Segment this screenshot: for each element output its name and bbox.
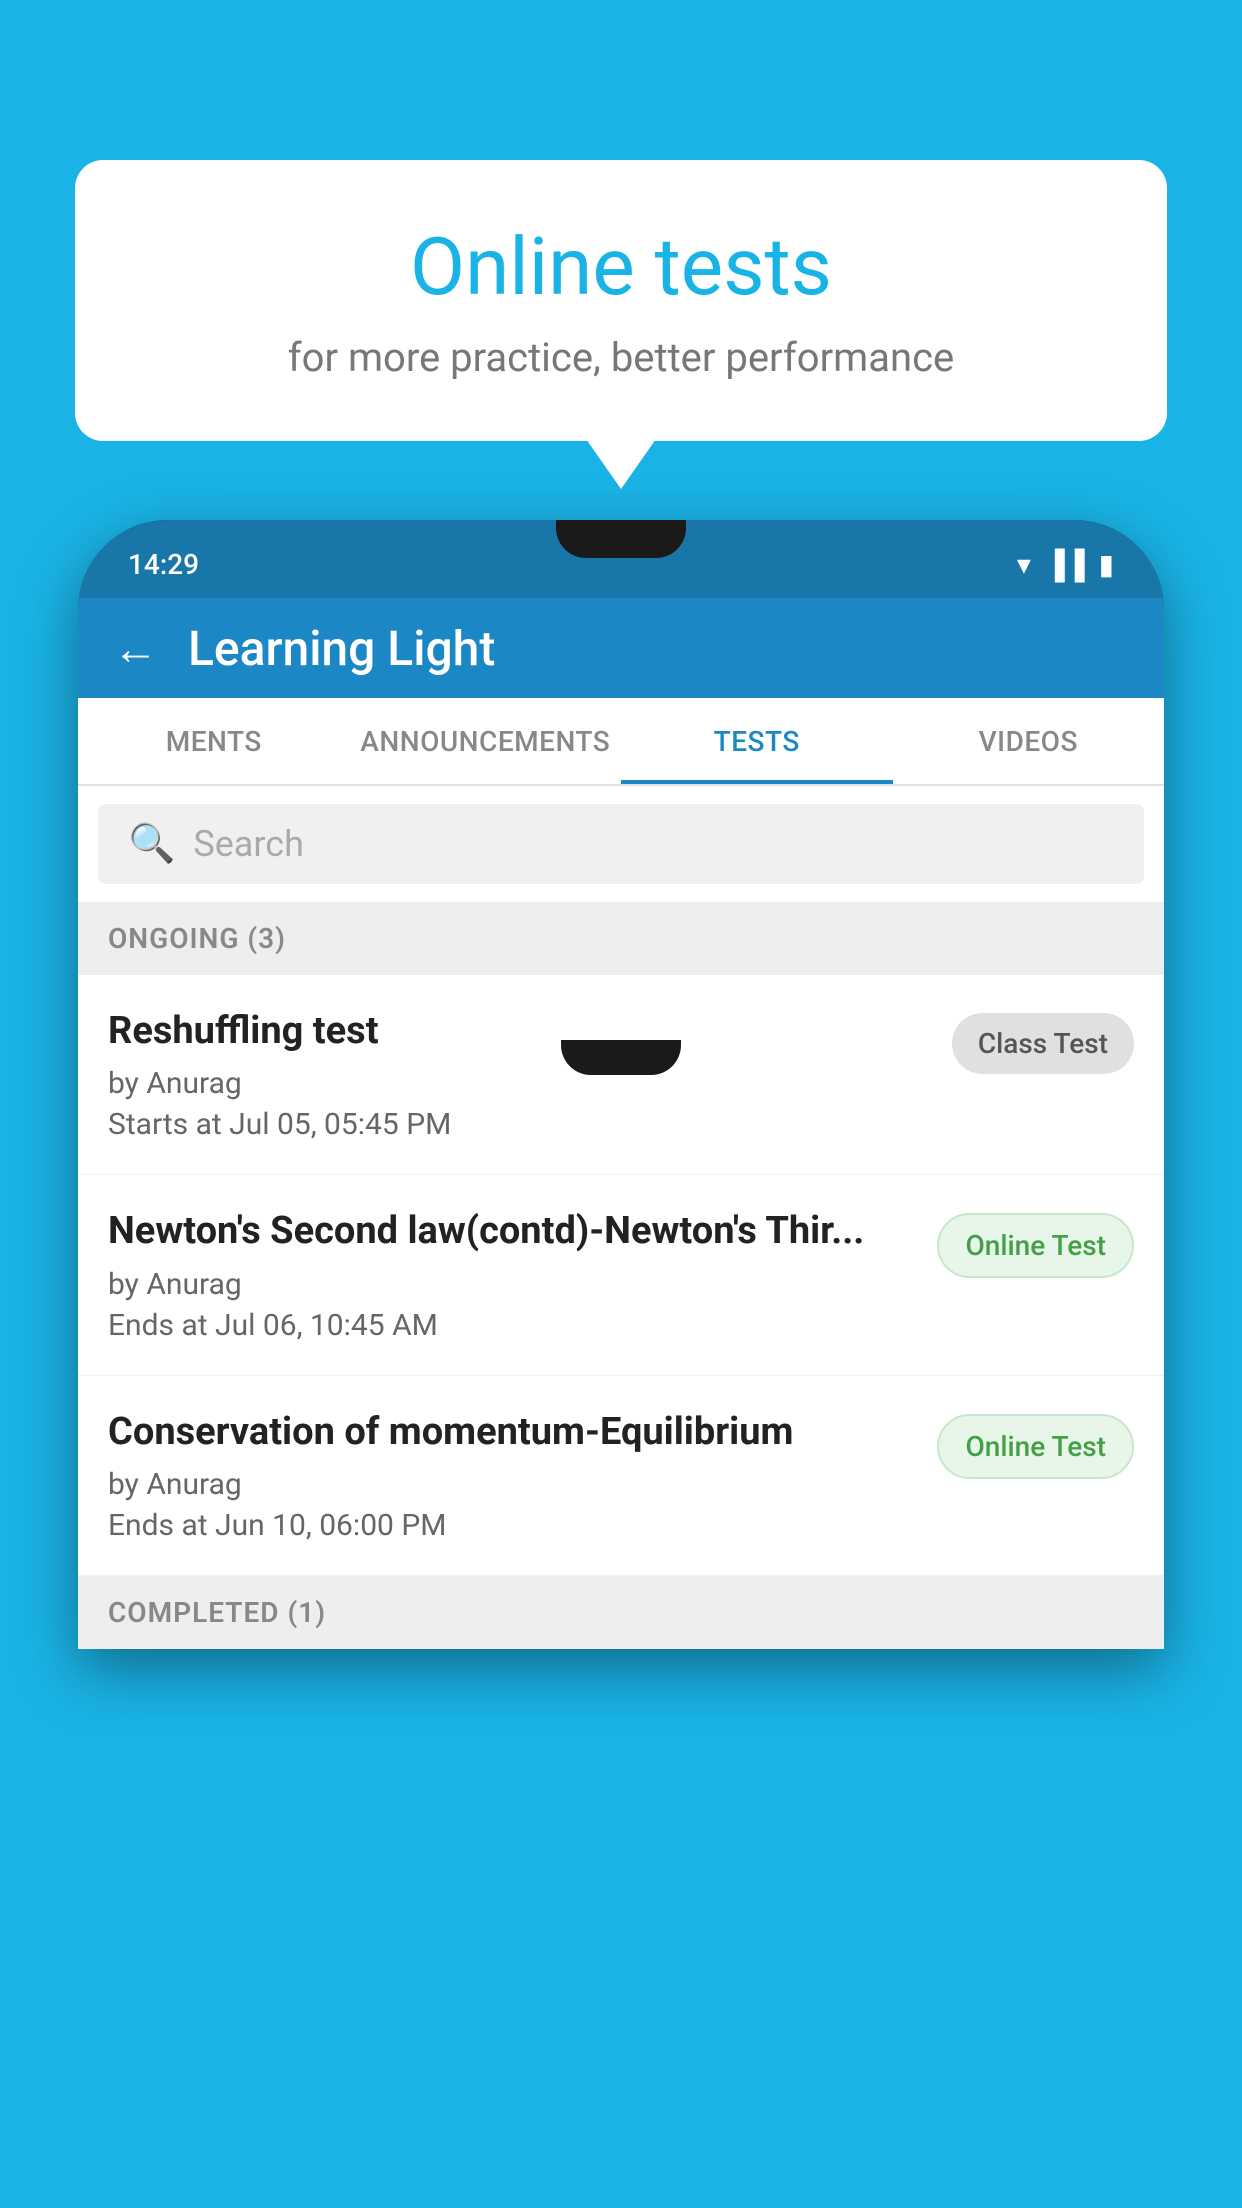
tab-announcements[interactable]: ANNOUNCEMENTS: [350, 698, 622, 784]
test-badge-3: Online Test: [937, 1414, 1134, 1479]
test-date-1: Starts at Jul 05, 05:45 PM: [108, 1107, 932, 1142]
test-item-3[interactable]: Conservation of momentum-Equilibrium by …: [78, 1376, 1164, 1576]
ongoing-section-header: ONGOING (3): [78, 902, 1164, 975]
app-title: Learning Light: [188, 620, 495, 677]
test-info-1: Reshuffling test by Anurag Starts at Jul…: [108, 1007, 932, 1142]
tabs-container: MENTS ANNOUNCEMENTS TESTS VIDEOS: [78, 698, 1164, 786]
test-info-2: Newton's Second law(contd)-Newton's Thir…: [108, 1207, 917, 1342]
completed-section-title: COMPLETED (1): [108, 1596, 326, 1629]
test-date-3: Ends at Jun 10, 06:00 PM: [108, 1508, 917, 1543]
search-input-wrapper[interactable]: 🔍 Search: [98, 804, 1144, 884]
phone-container: 14:29 ▾ ▐▐ ▮ ← Learning Light MENTS: [78, 520, 1164, 2208]
tab-videos[interactable]: VIDEOS: [893, 698, 1165, 784]
app-header: ← Learning Light: [78, 598, 1164, 698]
test-badge-2: Online Test: [937, 1213, 1134, 1278]
search-icon: 🔍: [128, 822, 175, 866]
test-author-2: by Anurag: [108, 1267, 917, 1302]
battery-icon: ▮: [1099, 548, 1114, 581]
phone-outer: 14:29 ▾ ▐▐ ▮ ← Learning Light MENTS: [78, 520, 1164, 1649]
wifi-icon: ▾: [1017, 548, 1031, 581]
test-author-3: by Anurag: [108, 1467, 917, 1502]
back-button[interactable]: ←: [113, 622, 158, 675]
search-bar-container: 🔍 Search: [78, 786, 1164, 902]
bubble-subtitle: for more practice, better performance: [125, 334, 1117, 381]
bubble-title: Online tests: [125, 220, 1117, 314]
test-badge-1: Class Test: [952, 1013, 1134, 1074]
content-area: 🔍 Search ONGOING (3) Reshuffling test by…: [78, 786, 1164, 1649]
speech-bubble: Online tests for more practice, better p…: [75, 160, 1167, 441]
completed-section-header: COMPLETED (1): [78, 1576, 1164, 1649]
test-name-1: Reshuffling test: [108, 1007, 932, 1056]
test-info-3: Conservation of momentum-Equilibrium by …: [108, 1408, 917, 1543]
tab-ments[interactable]: MENTS: [78, 698, 350, 784]
search-placeholder: Search: [193, 823, 304, 865]
tab-tests[interactable]: TESTS: [621, 698, 893, 784]
signal-icon: ▐▐: [1045, 548, 1085, 581]
status-time: 14:29: [128, 548, 199, 581]
status-icons: ▾ ▐▐ ▮: [1017, 548, 1114, 581]
test-date-2: Ends at Jul 06, 10:45 AM: [108, 1308, 917, 1343]
test-item-1[interactable]: Reshuffling test by Anurag Starts at Jul…: [78, 975, 1164, 1175]
ongoing-section-title: ONGOING (3): [108, 922, 286, 955]
test-name-3: Conservation of momentum-Equilibrium: [108, 1408, 917, 1457]
test-author-1: by Anurag: [108, 1066, 932, 1101]
test-item-2[interactable]: Newton's Second law(contd)-Newton's Thir…: [78, 1175, 1164, 1375]
test-name-2: Newton's Second law(contd)-Newton's Thir…: [108, 1207, 917, 1256]
